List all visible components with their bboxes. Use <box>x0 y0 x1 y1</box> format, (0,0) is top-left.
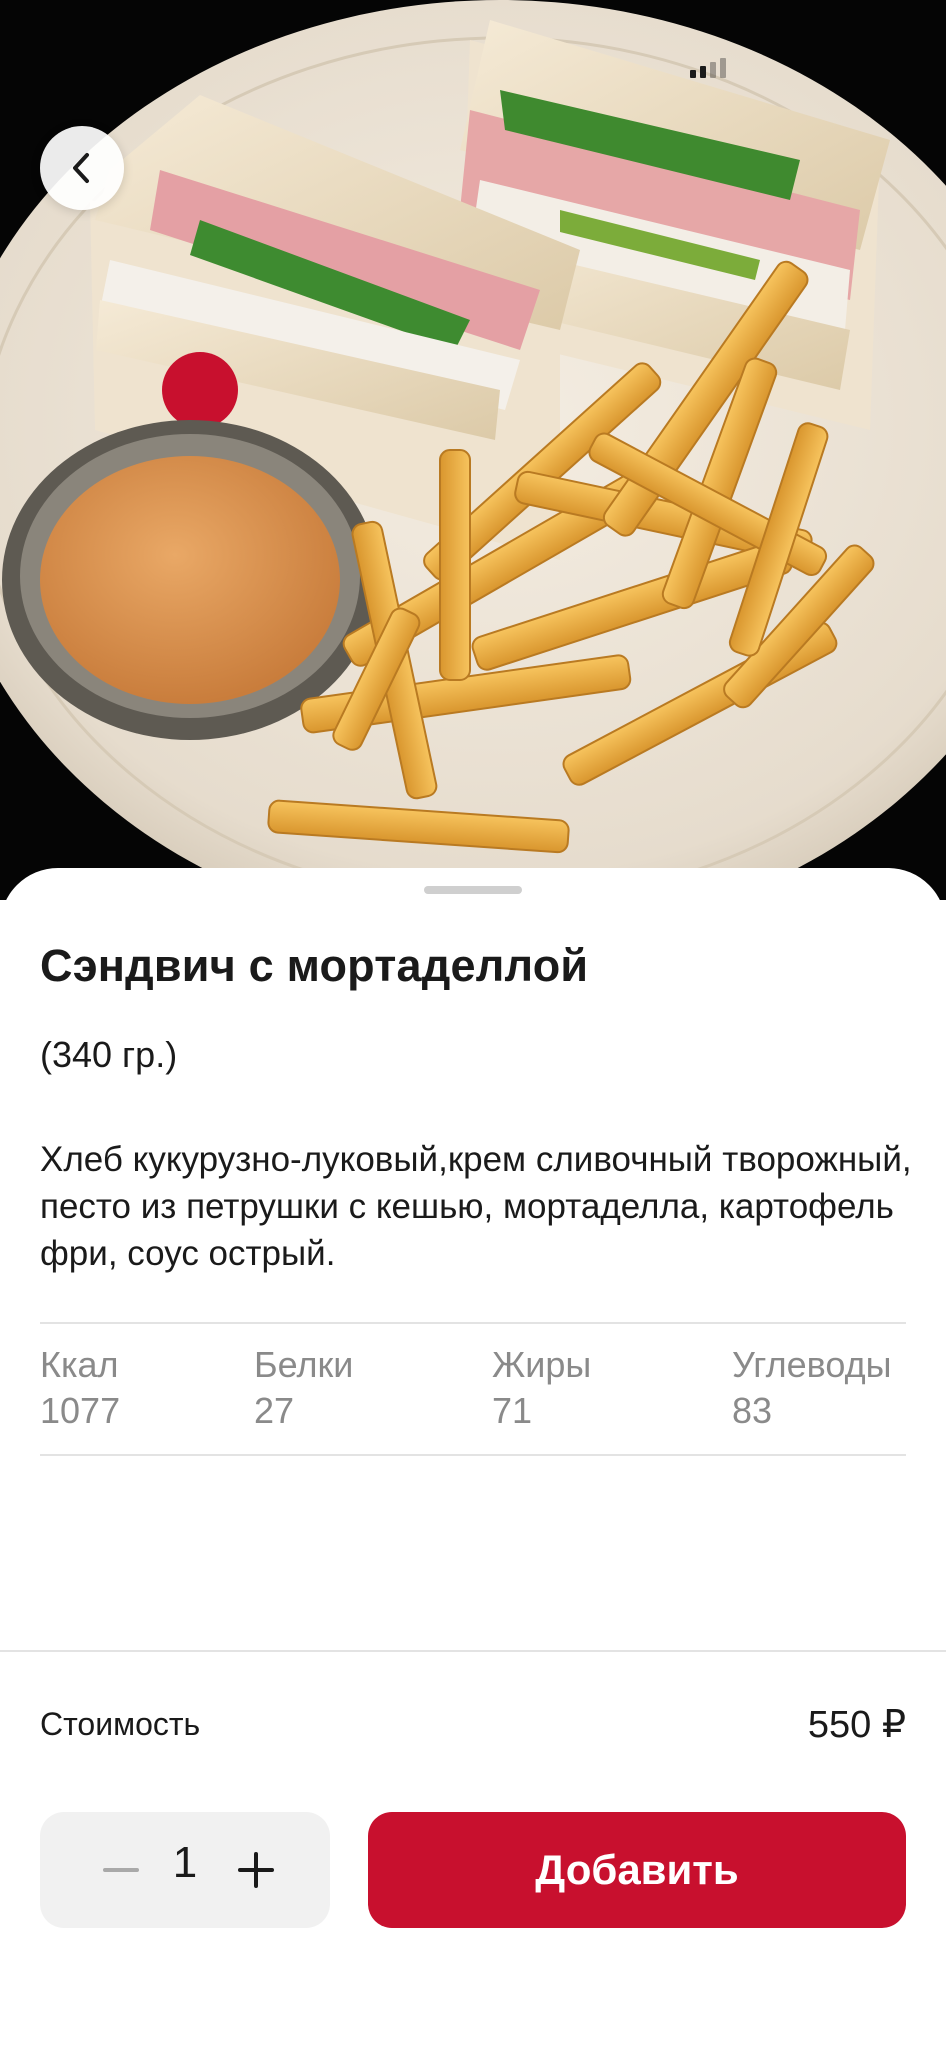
plus-icon[interactable] <box>227 1841 285 1899</box>
product-weight: (340 гр.) <box>40 1034 178 1075</box>
price-value: 550 ₽ <box>807 1704 906 1746</box>
nutrition-protein: Белки 27 <box>254 1342 353 1434</box>
product-sheet: Сэндвич с мортаделлой (340 гр.) Хлеб кук… <box>0 868 946 2048</box>
nutrition-value: 83 <box>732 1390 773 1431</box>
signal-strength-icon <box>690 58 726 78</box>
nutrition-fat: Жиры 71 <box>492 1342 591 1434</box>
nutrition-label: Белки <box>254 1344 354 1385</box>
footer-divider <box>0 1650 946 1652</box>
nutrition-carbs: Углеводы 83 <box>732 1342 891 1434</box>
product-detail-screen: Сэндвич с мортаделлой (340 гр.) Хлеб кук… <box>0 0 946 2048</box>
divider <box>40 1322 906 1324</box>
nutrition-facts: Ккал 1077 Белки 27 Жиры 71 Углеводы 83 <box>40 1342 906 1438</box>
product-photo <box>0 0 946 900</box>
sandwich-fries-photo <box>0 0 946 900</box>
nutrition-value: 27 <box>254 1390 295 1431</box>
nutrition-value: 71 <box>492 1390 533 1431</box>
quantity-stepper: 1 <box>40 1812 330 1928</box>
divider <box>40 1454 906 1456</box>
nutrition-label: Углеводы <box>732 1344 892 1385</box>
add-to-cart-button[interactable]: Добавить <box>368 1812 906 1928</box>
quantity-value: 1 <box>172 1838 198 1887</box>
nutrition-kcal: Ккал 1077 <box>40 1342 120 1434</box>
nutrition-label: Ккал <box>40 1344 119 1385</box>
product-description: Хлеб кукурузно-луковый,крем сливочный тв… <box>40 1140 912 1273</box>
back-button[interactable] <box>40 126 124 210</box>
sheet-grabber-handle[interactable] <box>424 886 522 894</box>
nutrition-value: 1077 <box>40 1390 121 1431</box>
price-label: Стоимость <box>40 1706 201 1742</box>
minus-icon[interactable] <box>92 1841 150 1899</box>
chevron-left-icon <box>73 153 89 183</box>
product-title: Сэндвич с мортаделлой <box>40 940 589 991</box>
nutrition-label: Жиры <box>492 1344 592 1385</box>
